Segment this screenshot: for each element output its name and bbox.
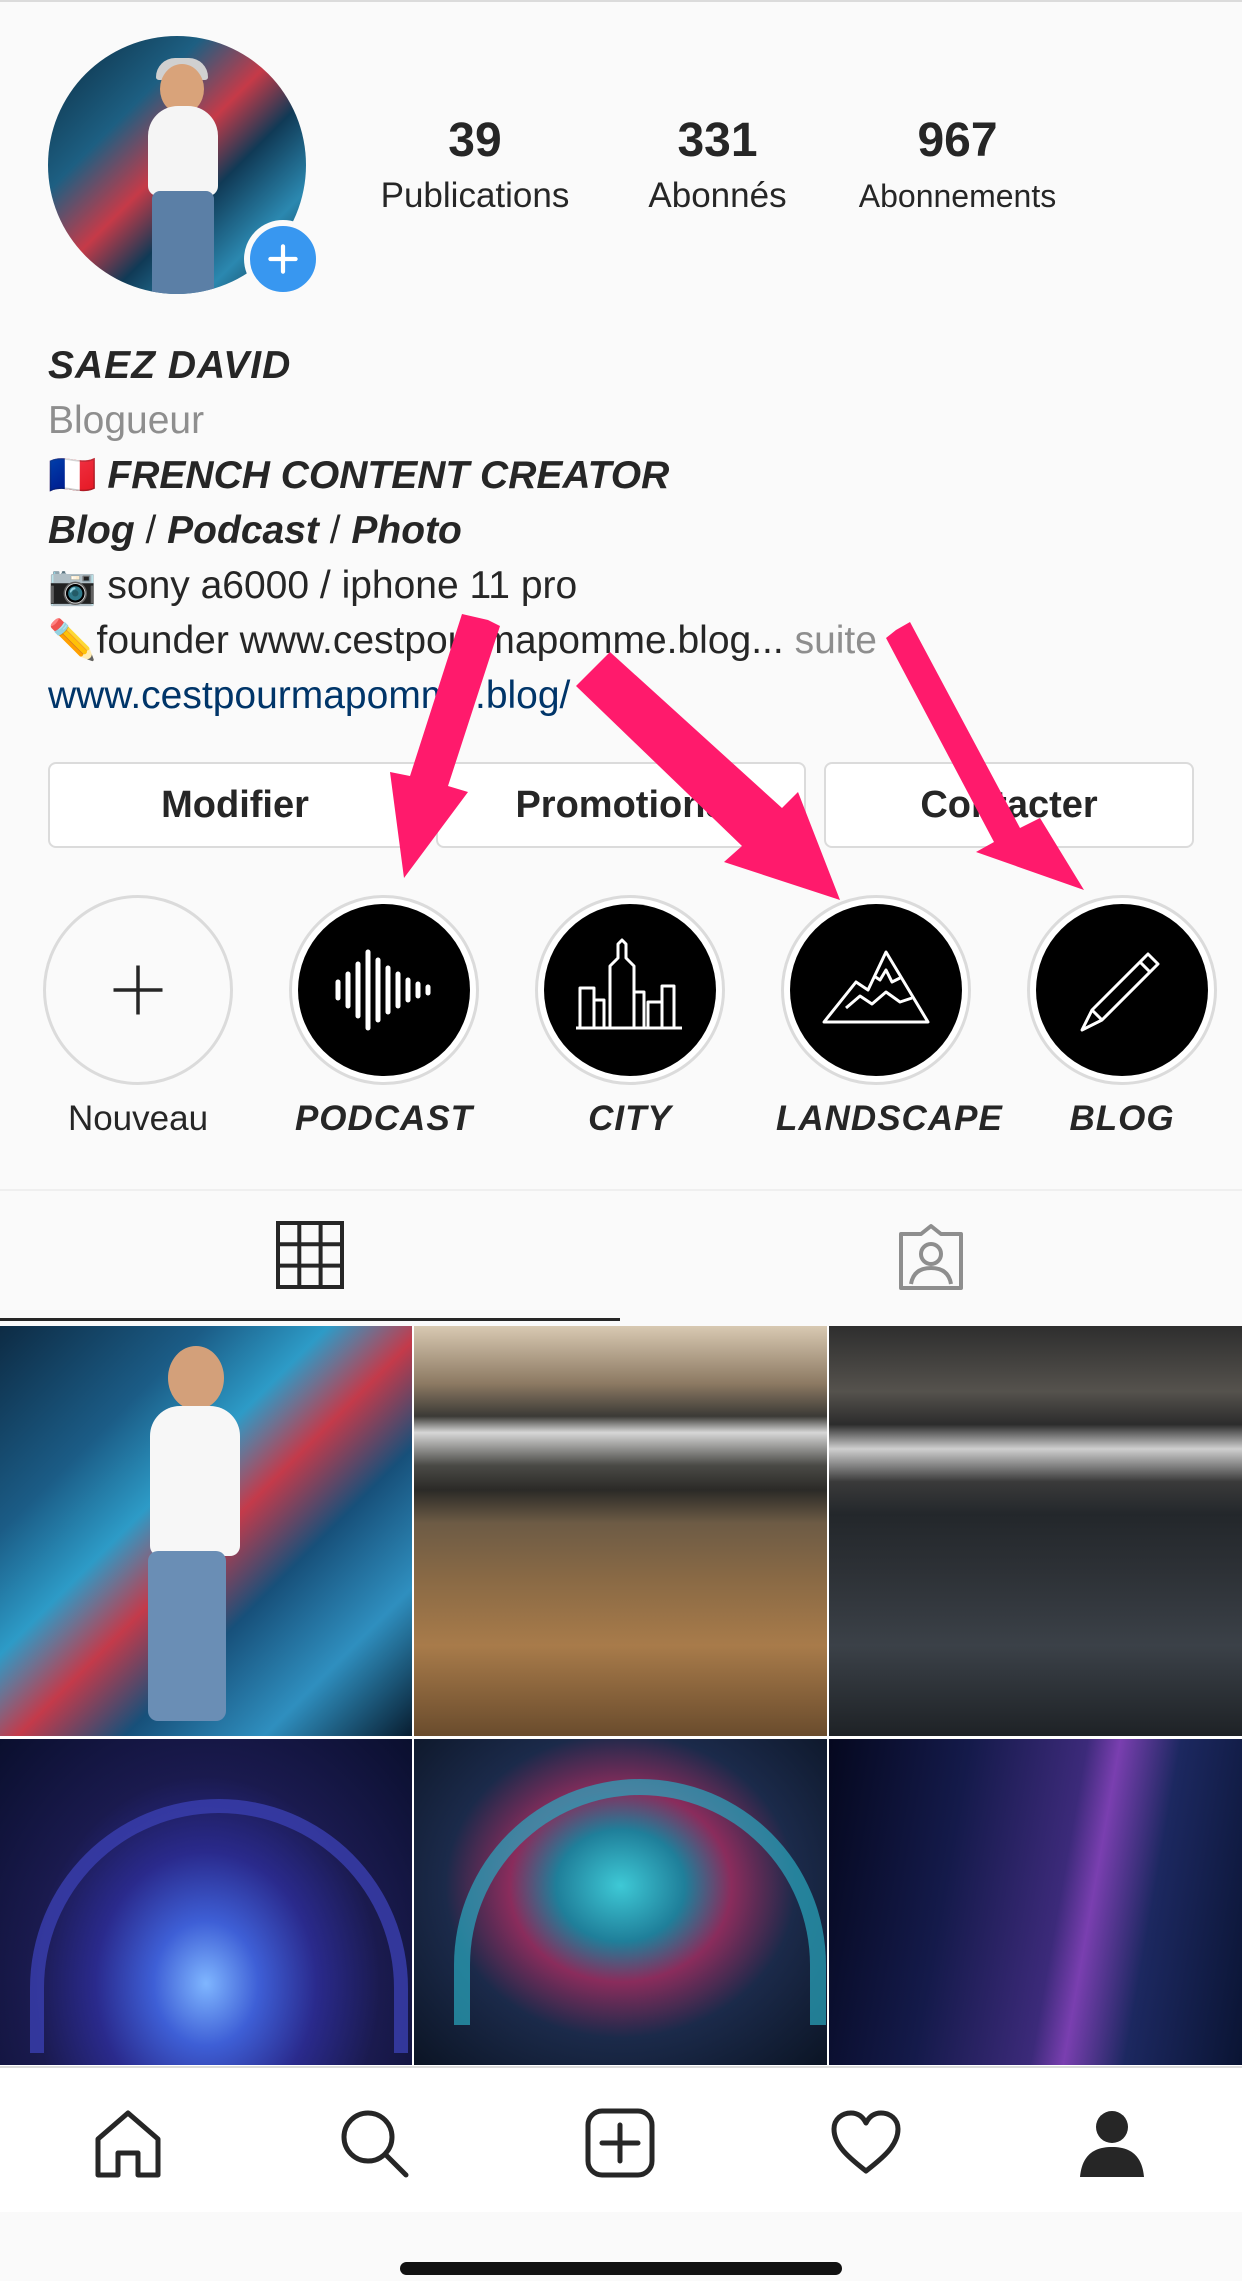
contact-button[interactable]: Contacter	[824, 762, 1194, 848]
post-thumbnail[interactable]	[414, 1739, 827, 2065]
following-label: Abonnements	[858, 178, 1057, 214]
bio-sep: /	[318, 509, 352, 552]
post-thumbnail[interactable]	[829, 1326, 1242, 1736]
profile-category: Blogueur	[48, 399, 205, 442]
promotions-button[interactable]: Promotions	[436, 762, 806, 848]
edit-profile-button[interactable]: Modifier	[48, 762, 422, 848]
home-icon	[95, 2110, 161, 2178]
highlight-label: PODCAST	[294, 1099, 474, 1138]
nav-activity[interactable]	[821, 2098, 911, 2188]
post-thumbnail[interactable]	[0, 1326, 412, 1736]
highlight-label: LANDSCAPE	[776, 1099, 1003, 1138]
highlight-label: Nouveau	[67, 1099, 209, 1138]
highlight-podcast[interactable]: PODCAST	[284, 895, 484, 1141]
bio-creator-text: FRENCH CONTENT CREATOR	[107, 454, 670, 497]
home-indicator	[400, 2262, 842, 2275]
highlight-city[interactable]: CITY	[530, 895, 730, 1141]
posts-grid	[0, 1326, 1242, 2066]
tagged-person-icon	[899, 1224, 963, 1290]
profile-icon	[1080, 2111, 1144, 2177]
mountain-icon	[822, 950, 930, 1024]
bio-line-topics: Blog / Podcast / Photo	[48, 503, 1198, 558]
post-thumbnail[interactable]	[0, 1739, 412, 2065]
highlight-label: BLOG	[1069, 1099, 1175, 1138]
highlight-ring	[1027, 895, 1217, 1085]
post-thumbnail[interactable]	[829, 1739, 1242, 2065]
plus-icon	[268, 244, 298, 274]
nav-home[interactable]	[83, 2098, 173, 2188]
following-count: 967	[917, 114, 998, 167]
add-story-button[interactable]	[244, 220, 322, 298]
highlight-ring	[289, 895, 479, 1085]
top-divider	[0, 0, 1242, 2]
search-icon	[341, 2110, 409, 2178]
stat-posts[interactable]: 39 Publications	[350, 108, 600, 218]
bio-more-link[interactable]: suite	[784, 619, 877, 662]
profile-avatar[interactable]	[48, 36, 322, 298]
stat-following[interactable]: 967 Abonnements	[830, 108, 1085, 218]
bio-topic-photo: Photo	[351, 509, 462, 552]
highlight-ring	[43, 895, 233, 1085]
tab-tagged[interactable]	[620, 1191, 1242, 1321]
tab-grid[interactable]	[0, 1191, 620, 1321]
bio-line-founder: ✏️founder www.cestpourmapomme.blog... su…	[48, 613, 1198, 668]
pen-icon	[1080, 952, 1160, 1032]
plus-icon	[113, 965, 163, 1015]
nav-search[interactable]	[329, 2098, 419, 2188]
highlight-label: CITY	[588, 1099, 672, 1138]
soundwave-icon	[335, 949, 431, 1031]
bio-topic-blog: Blog	[48, 509, 135, 552]
bio-line-creator: 🇫🇷 FRENCH CONTENT CREATOR	[48, 448, 1198, 503]
highlight-blog[interactable]: BLOG	[1022, 895, 1222, 1141]
grid-icon	[276, 1220, 344, 1289]
highlight-landscape[interactable]: LANDSCAPE	[776, 895, 1003, 1141]
add-post-icon	[585, 2108, 655, 2178]
post-thumbnail[interactable]	[414, 1326, 827, 1736]
nav-new-post[interactable]	[575, 2098, 665, 2188]
followers-label: Abonnés	[648, 176, 787, 215]
stat-followers[interactable]: 331 Abonnés	[610, 108, 825, 218]
highlight-new[interactable]: Nouveau	[38, 895, 238, 1141]
bio-founder-text: ✏️founder www.cestpourmapomme.blog...	[48, 619, 784, 662]
profile-name: SAEZ DAVID	[48, 344, 292, 387]
posts-count: 39	[448, 114, 502, 167]
website-link[interactable]: www.cestpourmapomme.blog/	[48, 668, 1198, 723]
highlight-ring	[535, 895, 725, 1085]
bio-line-camera: 📷 sony a6000 / iphone 11 pro	[48, 564, 578, 607]
followers-count: 331	[677, 114, 758, 167]
skyline-icon	[576, 938, 682, 1030]
bottom-nav	[0, 2066, 1242, 2212]
bio-sep: /	[134, 509, 168, 552]
highlight-ring	[781, 895, 971, 1085]
profile-bio: SAEZ DAVID Blogueur 🇫🇷 FRENCH CONTENT CR…	[48, 338, 1198, 723]
bio-topic-podcast: Podcast	[167, 509, 319, 552]
flag-fr: 🇫🇷	[48, 454, 97, 497]
posts-label: Publications	[380, 176, 570, 215]
heart-icon	[831, 2110, 901, 2174]
nav-profile[interactable]	[1067, 2098, 1157, 2188]
